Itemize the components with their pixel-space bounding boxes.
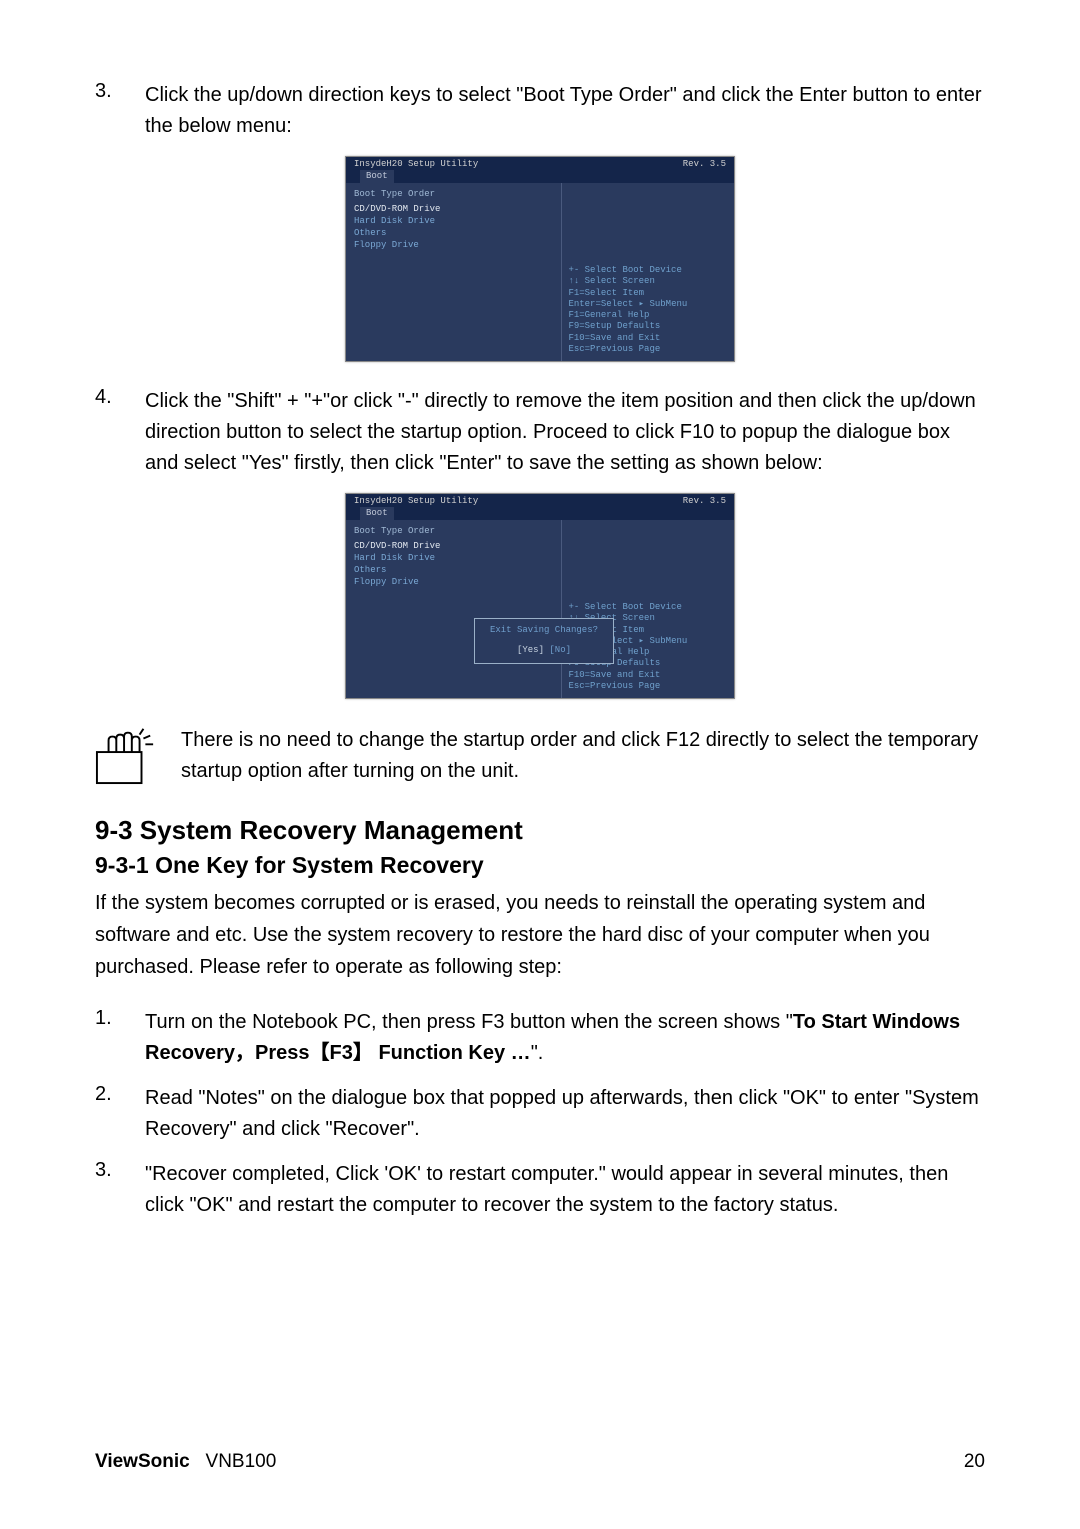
bios-item: Hard Disk Drive bbox=[354, 215, 553, 227]
list-text: Click the "Shift" + "+"or click "-" dire… bbox=[145, 386, 985, 479]
bios-left-pane: Boot Type Order CD/DVD-ROM Drive Hard Di… bbox=[346, 520, 562, 698]
intro-paragraph: If the system becomes corrupted or is er… bbox=[95, 887, 985, 983]
list-number: 3. bbox=[95, 80, 145, 142]
bios-body: Boot Type Order CD/DVD-ROM Drive Hard Di… bbox=[346, 183, 734, 361]
list-text: Click the up/down direction keys to sele… bbox=[145, 80, 985, 142]
list-item: 2. Read "Notes" on the dialogue box that… bbox=[95, 1083, 985, 1145]
bios-titlebar: InsydeH20 Setup Utility Rev. 3.5 bbox=[346, 157, 734, 171]
bios-item: Hard Disk Drive bbox=[354, 552, 553, 564]
bios-title-text: InsydeH20 Setup Utility bbox=[354, 496, 478, 506]
bios-titlebar: InsydeH20 Setup Utility Rev. 3.5 bbox=[346, 494, 734, 508]
page-number: 20 bbox=[964, 1451, 985, 1473]
list-number: 3. bbox=[95, 1159, 145, 1221]
bios-rev: Rev. 3.5 bbox=[683, 496, 726, 506]
bios-screenshot-1: InsydeH20 Setup Utility Rev. 3.5 Boot Bo… bbox=[345, 156, 735, 362]
list-number: 4. bbox=[95, 386, 145, 479]
bios-item: CD/DVD-ROM Drive bbox=[354, 203, 553, 215]
section-heading: 9-3 System Recovery Management bbox=[95, 815, 985, 846]
list-item: 3. "Recover completed, Click 'OK' to res… bbox=[95, 1159, 985, 1221]
footer-brand: ViewSonic VNB100 bbox=[95, 1451, 276, 1473]
list-number: 2. bbox=[95, 1083, 145, 1145]
list-item: 3. Click the up/down direction keys to s… bbox=[95, 80, 985, 142]
bios-dialog-no: [No] bbox=[549, 645, 571, 655]
bios-screenshot-2: InsydeH20 Setup Utility Rev. 3.5 Boot Bo… bbox=[345, 493, 735, 699]
list-number: 1. bbox=[95, 1007, 145, 1069]
bios-dialog-question: Exit Saving Changes? bbox=[481, 625, 607, 635]
tip-row: There is no need to change the startup o… bbox=[95, 723, 985, 787]
list-item: 1. Turn on the Notebook PC, then press F… bbox=[95, 1007, 985, 1069]
bios-item: Others bbox=[354, 227, 553, 239]
bios-tab: Boot bbox=[346, 171, 734, 183]
bios-item: Others bbox=[354, 564, 553, 576]
hand-tip-icon bbox=[95, 723, 157, 785]
list-text: "Recover completed, Click 'OK' to restar… bbox=[145, 1159, 985, 1221]
bios-section-heading: Boot Type Order bbox=[354, 189, 553, 199]
tip-text: There is no need to change the startup o… bbox=[181, 723, 985, 787]
subsection-heading: 9-3-1 One Key for System Recovery bbox=[95, 852, 985, 879]
bios-help: +- Select Boot Device ↑↓ Select Screen F… bbox=[568, 265, 728, 355]
bios-dialog: Exit Saving Changes? [Yes] [No] bbox=[474, 618, 614, 664]
bios-tab: Boot bbox=[346, 508, 734, 520]
list-text: Turn on the Notebook PC, then press F3 b… bbox=[145, 1007, 985, 1069]
bios-title-text: InsydeH20 Setup Utility bbox=[354, 159, 478, 169]
bios-item: Floppy Drive bbox=[354, 239, 553, 251]
bios-right-pane: +- Select Boot Device ↑↓ Select Screen F… bbox=[562, 520, 734, 698]
bios-dialog-options: [Yes] [No] bbox=[481, 645, 607, 655]
bios-item: CD/DVD-ROM Drive bbox=[354, 540, 553, 552]
bios-item: Floppy Drive bbox=[354, 576, 553, 588]
bios-body: Boot Type Order CD/DVD-ROM Drive Hard Di… bbox=[346, 520, 734, 698]
bios-dialog-yes: [Yes] bbox=[517, 645, 544, 655]
bios-left-pane: Boot Type Order CD/DVD-ROM Drive Hard Di… bbox=[346, 183, 562, 361]
bios-right-pane: +- Select Boot Device ↑↓ Select Screen F… bbox=[562, 183, 734, 361]
bios-section-heading: Boot Type Order bbox=[354, 526, 553, 536]
list-item: 4. Click the "Shift" + "+"or click "-" d… bbox=[95, 386, 985, 479]
list-text: Read "Notes" on the dialogue box that po… bbox=[145, 1083, 985, 1145]
page-footer: ViewSonic VNB100 20 bbox=[95, 1451, 985, 1473]
bios-rev: Rev. 3.5 bbox=[683, 159, 726, 169]
